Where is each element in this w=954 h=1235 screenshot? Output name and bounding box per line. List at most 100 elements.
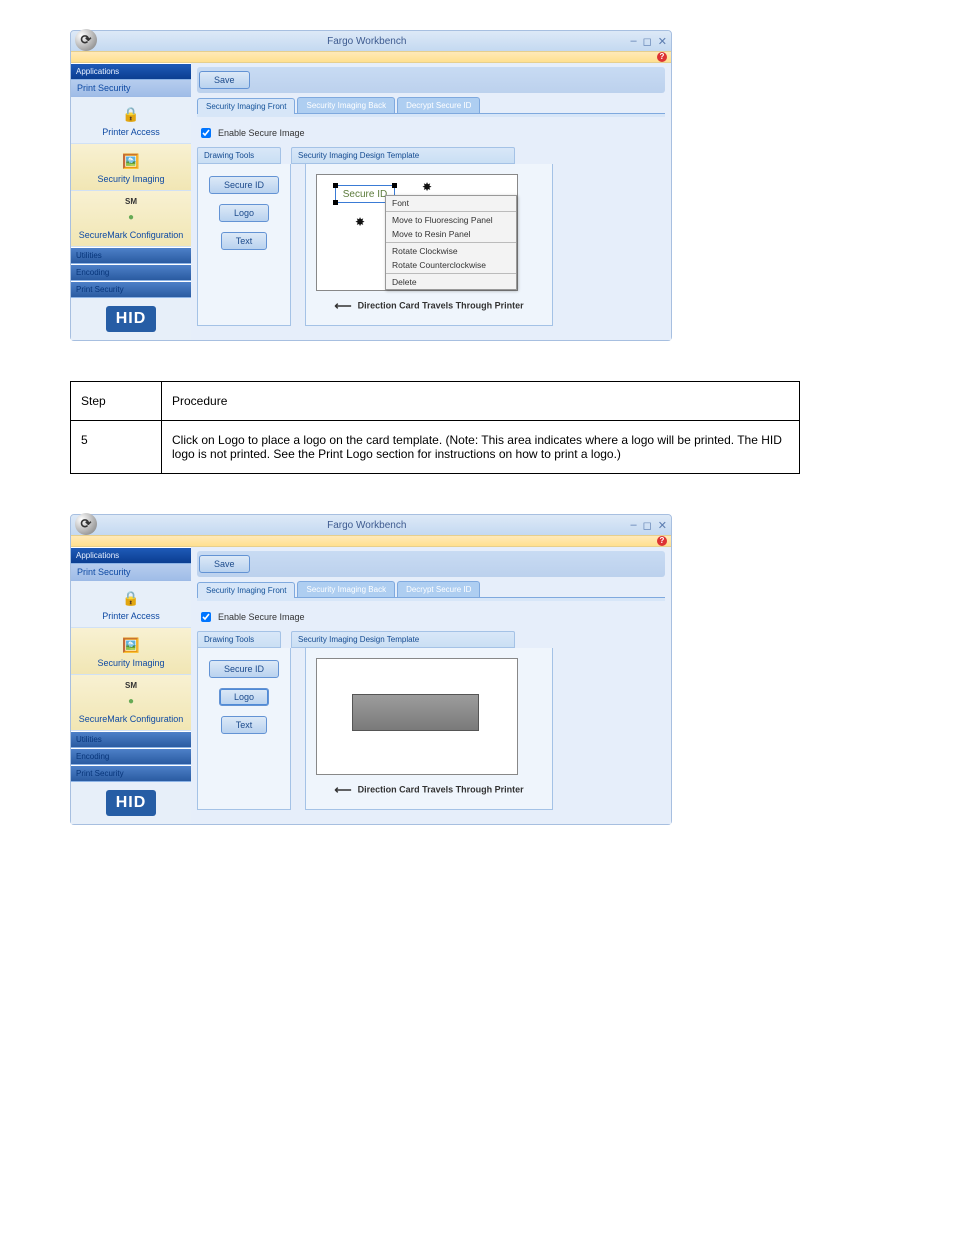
tab-decrypt-secure-id[interactable]: Decrypt Secure ID [397, 581, 480, 597]
help-bar: ? [71, 535, 671, 547]
drawing-tools-header: Drawing Tools [197, 631, 281, 648]
arrow-left-icon: ⟵ [334, 299, 351, 313]
image-icon: 🖼️ [120, 634, 142, 656]
table-header-step: Step [71, 382, 162, 421]
save-button[interactable]: Save [199, 71, 250, 89]
direction-label: ⟵Direction Card Travels Through Printer [316, 783, 542, 797]
sidebar-item-label: SecureMark Configuration [75, 714, 187, 724]
sidebar-item-label: Security Imaging [75, 174, 187, 184]
object-marker-icon: ✸ [355, 215, 365, 229]
logo-placeholder[interactable] [352, 694, 479, 731]
tab-security-imaging-back[interactable]: Security Imaging Back [297, 581, 395, 597]
sidebar-sub-print-security[interactable]: Print Security [71, 80, 191, 97]
help-bar: ? [71, 51, 671, 63]
sidebar-header-encoding[interactable]: Encoding [71, 264, 191, 281]
template-panel: ⟵Direction Card Travels Through Printer [305, 648, 553, 810]
sidebar-item-securemark-config[interactable]: SM ● SecureMark Configuration [71, 675, 191, 731]
sidebar-item-security-imaging[interactable]: 🖼️ Security Imaging [71, 144, 191, 191]
maximize-icon[interactable]: ◻ [643, 519, 652, 532]
menu-item-font[interactable]: Font [386, 196, 516, 210]
minimize-icon[interactable]: – [631, 35, 637, 48]
lock-icon: 🔒 [120, 103, 142, 125]
lock-icon: 🔒 [120, 587, 142, 609]
enable-label: Enable Secure Image [218, 128, 305, 138]
menu-item-move-fluoro[interactable]: Move to Fluorescing Panel [386, 213, 516, 227]
tab-bar: Security Imaging Front Security Imaging … [197, 579, 665, 597]
arrow-left-icon: ⟵ [334, 783, 351, 797]
menu-item-delete[interactable]: Delete [386, 275, 516, 289]
enable-secure-image-input[interactable] [201, 612, 211, 622]
tab-security-imaging-front[interactable]: Security Imaging Front [197, 582, 295, 598]
sidebar-header-print-security[interactable]: Print Security [71, 281, 191, 298]
dot-icon: ● [120, 206, 142, 228]
maximize-icon[interactable]: ◻ [643, 35, 652, 48]
enable-secure-image-checkbox[interactable]: Enable Secure Image [197, 125, 665, 141]
secure-id-text: Secure ID [343, 189, 387, 200]
minimize-icon[interactable]: – [631, 519, 637, 532]
enable-secure-image-checkbox[interactable]: Enable Secure Image [197, 609, 665, 625]
secure-id-button[interactable]: Secure ID [209, 176, 279, 194]
drawing-tools-panel: Secure ID Logo Text [197, 648, 291, 810]
app-icon: ⟳ [75, 513, 97, 535]
card-template[interactable] [316, 658, 518, 775]
sidebar-sub-print-security[interactable]: Print Security [71, 564, 191, 581]
menu-item-rotate-ccw[interactable]: Rotate Counterclockwise [386, 258, 516, 272]
sidebar-item-label: Security Imaging [75, 658, 187, 668]
text-button[interactable]: Text [221, 716, 268, 734]
enable-label: Enable Secure Image [218, 612, 305, 622]
sidebar-header-print-security[interactable]: Print Security [71, 765, 191, 782]
table-step-num: 5 [71, 421, 162, 474]
close-icon[interactable]: ✕ [658, 35, 667, 48]
hid-logo: HID [106, 306, 157, 332]
enable-secure-image-input[interactable] [201, 128, 211, 138]
hid-logo-block: HID [71, 298, 191, 340]
menu-item-rotate-cw[interactable]: Rotate Clockwise [386, 244, 516, 258]
text-button[interactable]: Text [221, 232, 268, 250]
logo-button[interactable]: Logo [219, 204, 269, 222]
context-menu: Font Move to Fluorescing Panel Move to R… [385, 195, 517, 290]
sidebar-header-applications[interactable]: Applications [71, 63, 191, 80]
sidebar-item-printer-access[interactable]: 🔒 Printer Access [71, 97, 191, 144]
menu-item-move-resin[interactable]: Move to Resin Panel [386, 227, 516, 241]
tab-bar: Security Imaging Front Security Imaging … [197, 95, 665, 113]
object-marker-icon: ✸ [422, 180, 432, 194]
sidebar-header-applications[interactable]: Applications [71, 547, 191, 564]
titlebar: ⟳ Fargo Workbench – ◻ ✕ [71, 31, 671, 51]
dot-icon: ● [120, 690, 142, 712]
hid-logo-block: HID [71, 782, 191, 824]
hid-logo: HID [106, 790, 157, 816]
sidebar-header-encoding[interactable]: Encoding [71, 748, 191, 765]
template-panel: Secure ID ✸ ✸ Font Move to Fluorescing P… [305, 164, 553, 326]
sm-label: SM [75, 197, 187, 206]
window-title: Fargo Workbench [103, 520, 631, 531]
secure-id-button[interactable]: Secure ID [209, 660, 279, 678]
app-window-1: ⟳ Fargo Workbench – ◻ ✕ ? Applications P… [70, 30, 672, 341]
card-template[interactable]: Secure ID ✸ ✸ Font Move to Fluorescing P… [316, 174, 518, 291]
help-icon[interactable]: ? [657, 52, 667, 62]
window-title: Fargo Workbench [103, 36, 631, 47]
sidebar-item-printer-access[interactable]: 🔒 Printer Access [71, 581, 191, 628]
drawing-tools-header: Drawing Tools [197, 147, 281, 164]
sm-label: SM [75, 681, 187, 690]
toolbar: Save [197, 67, 665, 93]
sidebar-item-label: SecureMark Configuration [75, 230, 187, 240]
logo-button[interactable]: Logo [219, 688, 269, 706]
template-header: Security Imaging Design Template [291, 147, 515, 164]
sidebar-header-utilities[interactable]: Utilities [71, 247, 191, 264]
app-window-2: ⟳ Fargo Workbench – ◻ ✕ ? Applications P… [70, 514, 672, 825]
sidebar-item-securemark-config[interactable]: SM ● SecureMark Configuration [71, 191, 191, 247]
save-button[interactable]: Save [199, 555, 250, 573]
toolbar: Save [197, 551, 665, 577]
drawing-tools-panel: Secure ID Logo Text [197, 164, 291, 326]
sidebar-item-security-imaging[interactable]: 🖼️ Security Imaging [71, 628, 191, 675]
help-icon[interactable]: ? [657, 536, 667, 546]
instruction-table: StepProcedure 5Click on Logo to place a … [70, 381, 800, 474]
image-icon: 🖼️ [120, 150, 142, 172]
direction-label: ⟵Direction Card Travels Through Printer [316, 299, 542, 313]
close-icon[interactable]: ✕ [658, 519, 667, 532]
tab-security-imaging-front[interactable]: Security Imaging Front [197, 98, 295, 114]
sidebar: Applications Print Security 🔒 Printer Ac… [71, 63, 191, 340]
tab-security-imaging-back[interactable]: Security Imaging Back [297, 97, 395, 113]
tab-decrypt-secure-id[interactable]: Decrypt Secure ID [397, 97, 480, 113]
sidebar-header-utilities[interactable]: Utilities [71, 731, 191, 748]
